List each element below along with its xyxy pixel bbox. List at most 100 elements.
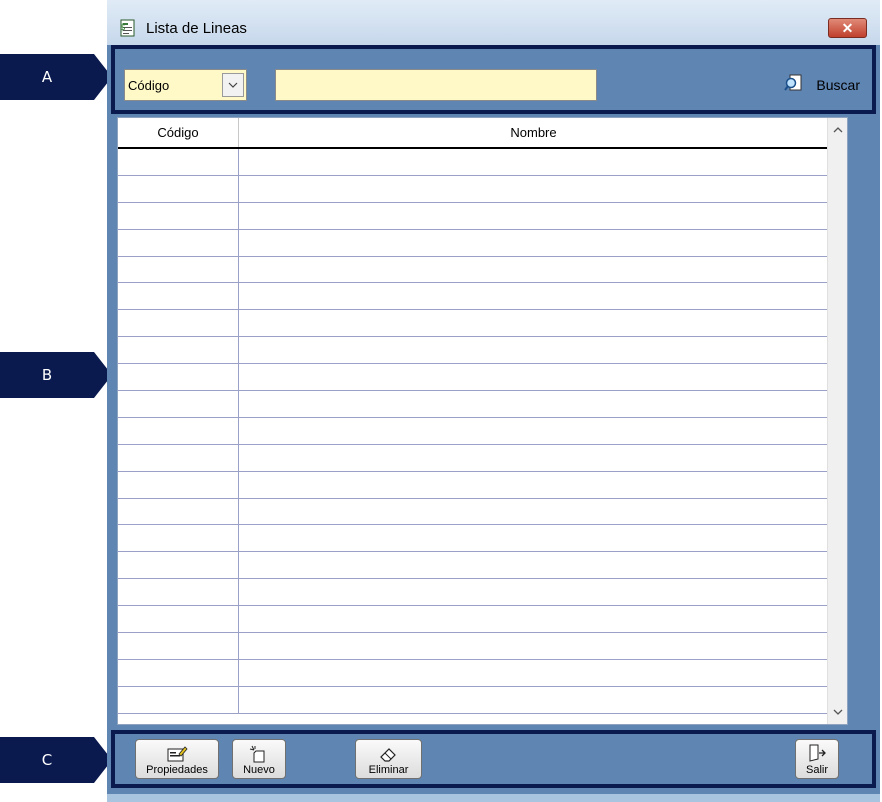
cell-codigo: [118, 471, 239, 498]
cell-nombre: [239, 552, 829, 579]
cell-nombre: [239, 337, 829, 364]
cell-nombre: [239, 525, 829, 552]
cell-nombre: [239, 175, 829, 202]
table-row[interactable]: [118, 659, 830, 687]
search-input[interactable]: [275, 69, 597, 101]
cell-nombre: [239, 498, 829, 525]
app-document-icon: $: [119, 19, 137, 37]
cell-codigo: [118, 364, 239, 391]
vertical-scrollbar[interactable]: [827, 118, 847, 724]
scroll-down-icon[interactable]: [828, 702, 847, 722]
cell-codigo: [118, 686, 239, 713]
callout-c: C: [0, 737, 112, 783]
cell-codigo: [118, 256, 239, 283]
cell-nombre: [239, 149, 829, 175]
search-field-select[interactable]: Código: [124, 69, 247, 101]
scroll-up-icon[interactable]: [828, 120, 847, 140]
table-row[interactable]: [118, 606, 830, 634]
cell-nombre: [239, 606, 829, 633]
cell-codigo: [118, 337, 239, 364]
cell-nombre: [239, 579, 829, 606]
table-row[interactable]: [118, 202, 830, 230]
cell-codigo: [118, 417, 239, 444]
search-button[interactable]: Buscar: [784, 73, 860, 97]
cell-codigo: [118, 579, 239, 606]
new-document-icon: [249, 745, 265, 763]
properties-icon: [167, 746, 188, 762]
properties-button[interactable]: Propiedades: [135, 739, 219, 779]
table-row[interactable]: [118, 444, 830, 472]
delete-button[interactable]: Eliminar: [355, 739, 422, 779]
table-row[interactable]: [118, 633, 830, 660]
cell-nombre: [239, 364, 829, 391]
table-row[interactable]: [118, 256, 830, 284]
table-row[interactable]: [118, 391, 830, 418]
callout-a: A: [0, 54, 112, 100]
cell-nombre: [239, 229, 829, 256]
cell-codigo: [118, 444, 239, 471]
cell-codigo: [118, 229, 239, 256]
cell-nombre: [239, 471, 829, 498]
table-header: Código Nombre: [118, 118, 830, 149]
cell-nombre: [239, 391, 829, 417]
new-button-label: Nuevo: [243, 764, 275, 776]
action-toolbar: Propiedades Nuevo Eliminar Salir: [111, 730, 876, 788]
close-icon: ✕: [841, 19, 854, 36]
magnifier-icon: [784, 73, 804, 98]
cell-codigo: [118, 283, 239, 310]
exit-button-label: Salir: [805, 764, 828, 776]
table-row[interactable]: [118, 310, 830, 338]
table-row[interactable]: [118, 498, 830, 526]
delete-button-label: Eliminar: [368, 764, 409, 776]
column-header-codigo[interactable]: Código: [118, 118, 239, 147]
table-row[interactable]: [118, 417, 830, 445]
table-row[interactable]: [118, 337, 830, 365]
table-row[interactable]: [118, 149, 830, 176]
table-body: [118, 149, 830, 724]
svg-text:$: $: [120, 23, 126, 33]
table-row[interactable]: [118, 229, 830, 257]
table-row[interactable]: [118, 686, 830, 714]
eraser-icon: [379, 748, 396, 762]
chevron-down-icon[interactable]: [222, 73, 244, 97]
table-row[interactable]: [118, 525, 830, 553]
column-header-nombre[interactable]: Nombre: [239, 118, 829, 147]
table-row[interactable]: [118, 552, 830, 580]
exit-button[interactable]: Salir: [795, 739, 839, 779]
table-row[interactable]: [118, 579, 830, 607]
cell-codigo: [118, 149, 239, 175]
cell-codigo: [118, 175, 239, 202]
table-row[interactable]: [118, 364, 830, 392]
close-button[interactable]: ✕: [828, 18, 867, 38]
window-title: Lista de Lineas: [146, 20, 247, 37]
table-row[interactable]: [118, 283, 830, 311]
window-bottom-border: [107, 794, 880, 802]
cell-codigo: [118, 498, 239, 525]
cell-codigo: [118, 202, 239, 229]
title-bar: $ Lista de Lineas ✕: [107, 0, 880, 45]
exit-door-icon: [809, 744, 826, 762]
cell-nombre: [239, 256, 829, 283]
cell-nombre: [239, 310, 829, 337]
callout-b: B: [0, 352, 112, 398]
lines-table: Código Nombre: [117, 117, 848, 725]
cell-codigo: [118, 310, 239, 337]
cell-nombre: [239, 417, 829, 444]
cell-nombre: [239, 283, 829, 310]
lista-de-lineas-window: $ Lista de Lineas ✕ Código Buscar Código…: [107, 0, 880, 802]
cell-codigo: [118, 633, 239, 659]
table-row[interactable]: [118, 175, 830, 203]
new-button[interactable]: Nuevo: [232, 739, 286, 779]
cell-nombre: [239, 633, 829, 659]
cell-codigo: [118, 659, 239, 686]
cell-codigo: [118, 525, 239, 552]
cell-nombre: [239, 444, 829, 471]
table-row[interactable]: [118, 471, 830, 499]
search-field-value: Código: [128, 78, 170, 93]
cell-codigo: [118, 606, 239, 633]
cell-nombre: [239, 659, 829, 686]
cell-codigo: [118, 552, 239, 579]
callout-b-label: B: [0, 352, 94, 398]
search-button-label: Buscar: [816, 77, 860, 93]
cell-nombre: [239, 686, 829, 713]
